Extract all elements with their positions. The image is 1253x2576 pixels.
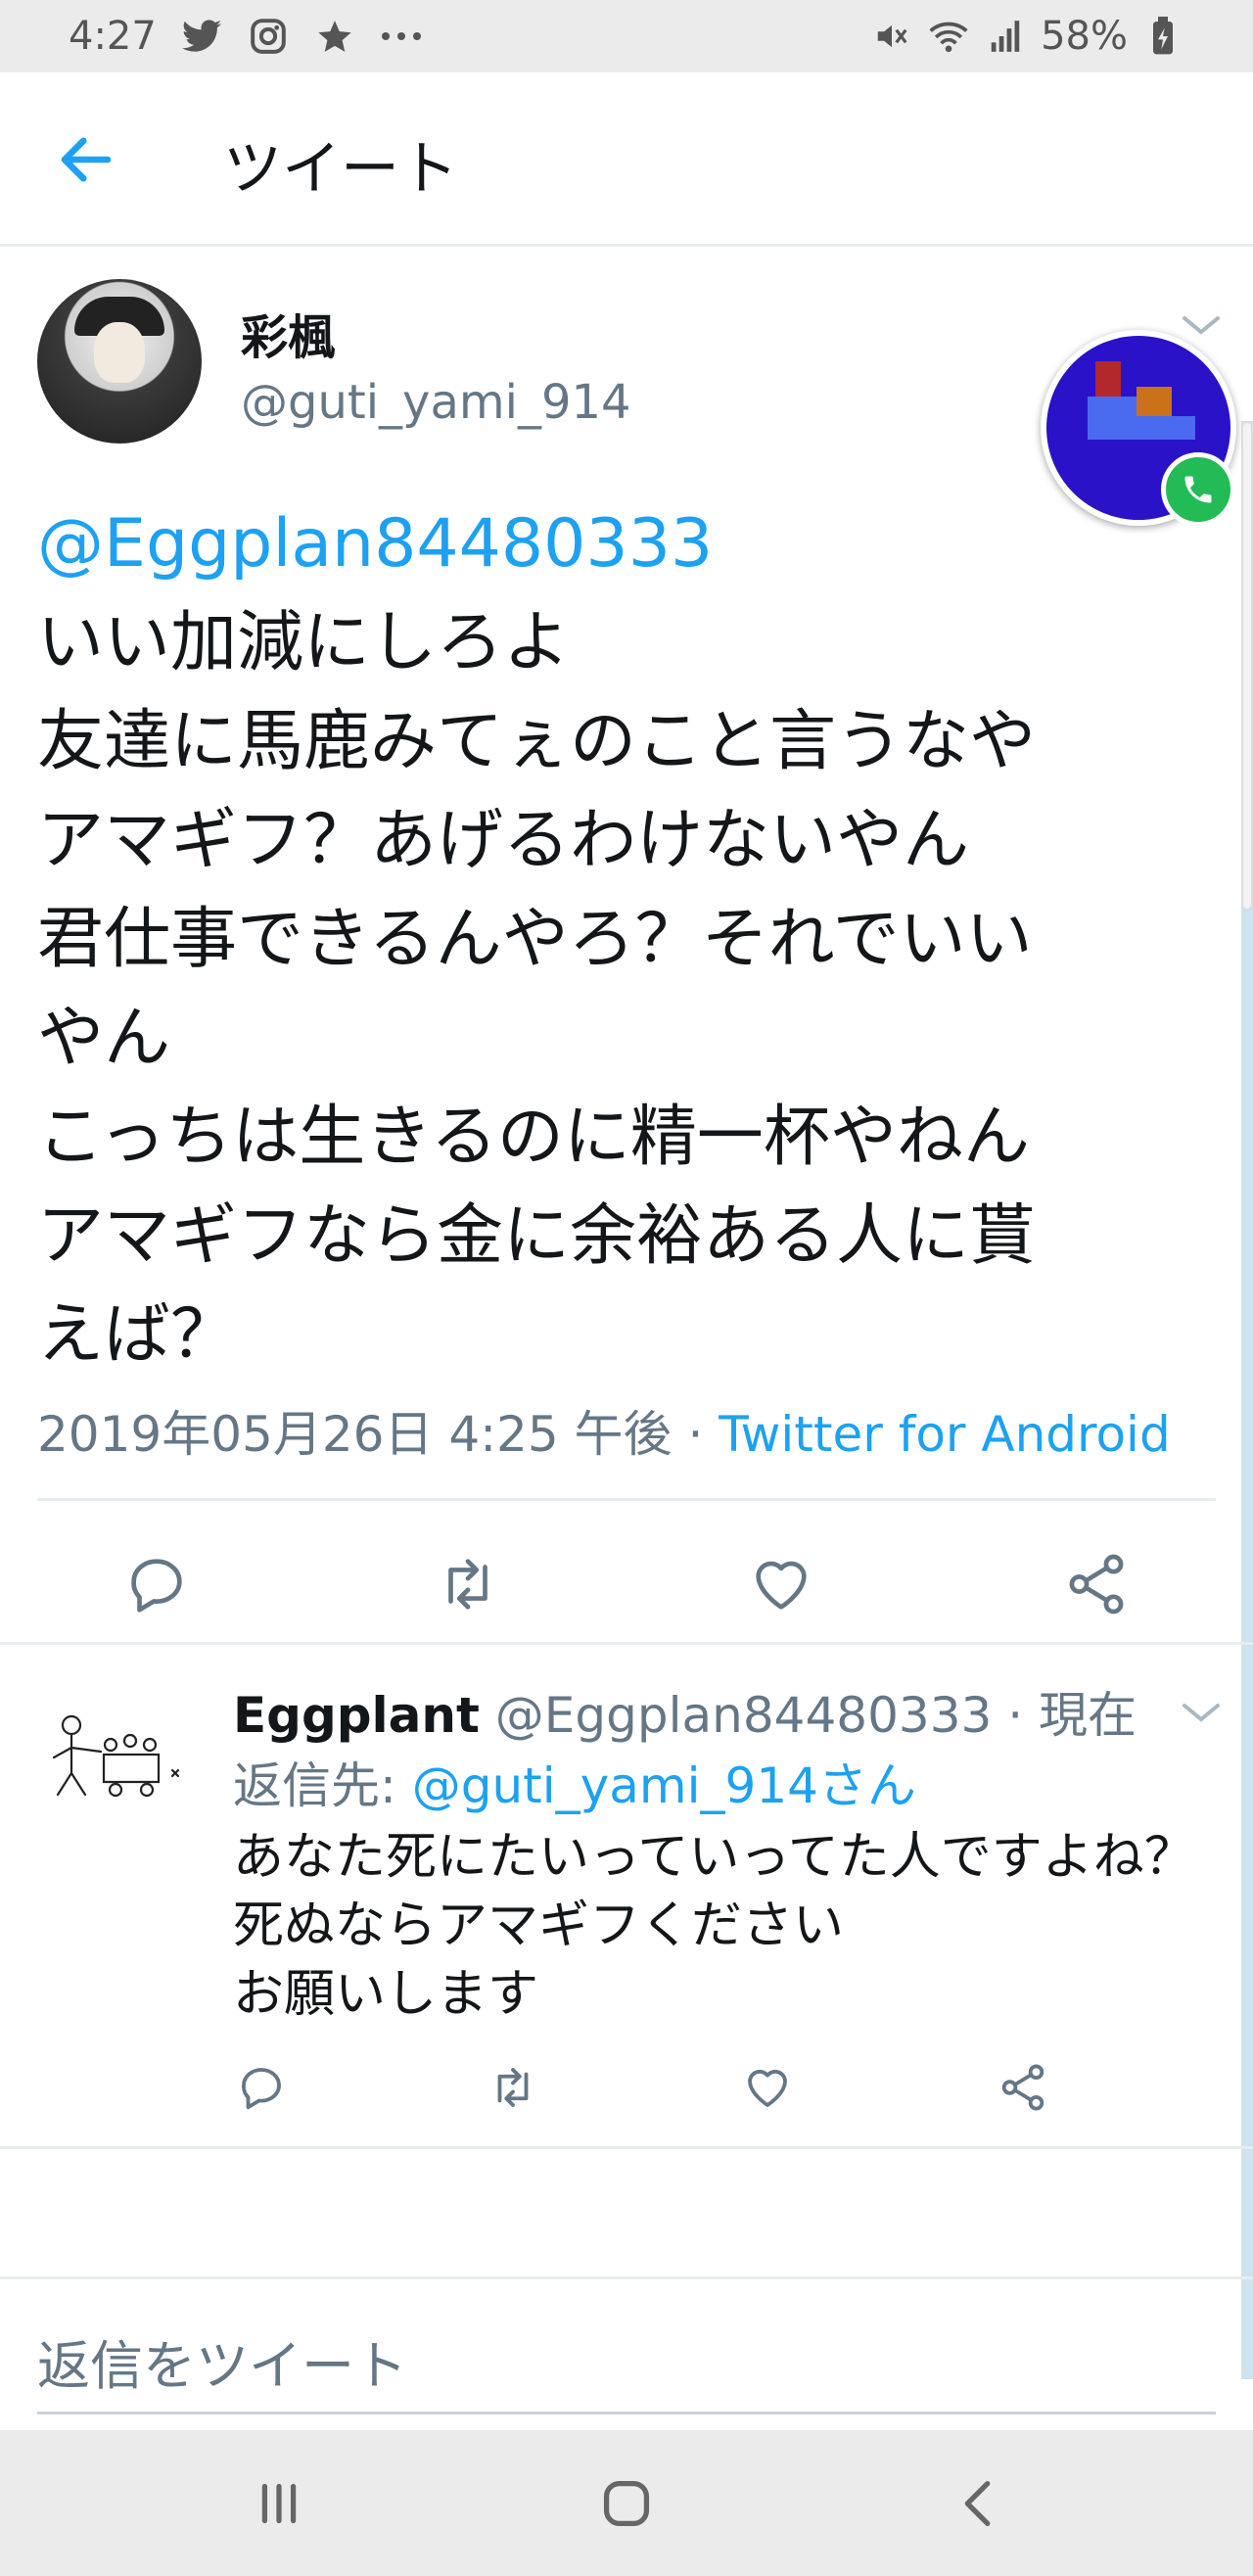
heart-icon[interactable] — [747, 1550, 815, 1618]
back-arrow-icon[interactable] — [54, 127, 118, 192]
tweet-meta: 2019年05月26日 4:25 午後 · Twitter for Androi… — [37, 1395, 1171, 1466]
timestamp: 2019年05月26日 4:25 午後 · — [37, 1406, 719, 1463]
reply-button[interactable] — [122, 1550, 191, 1618]
status-time: 4:27 — [69, 14, 157, 59]
reply-compose-input[interactable] — [37, 2320, 1216, 2414]
tweet-body: いい加減にしろよ 友達に馬鹿みてぇのこと言うなや アマギフ？あげるわけないやん … — [37, 604, 1037, 1374]
system-nav-bar — [0, 2430, 1253, 2576]
reply-header: Eggplant @Eggplan84480333 · 現在 — [233, 1676, 1137, 1747]
tweet-text: @Eggplan84480333 いい加減にしろよ 友達に馬鹿みてぇのこと言うな… — [37, 494, 1212, 1384]
reply-text: あなた死にたいっていってた人ですよね？ 死ぬならアマギフください お願いします — [233, 1828, 1195, 2024]
status-bar: 4:27 58% — [0, 0, 1253, 72]
phone-icon[interactable] — [1161, 452, 1235, 527]
page-title: ツイート — [223, 135, 458, 204]
replying-to: 返信先: @guti_yami_914さん — [233, 1747, 916, 1817]
divider — [0, 2276, 1253, 2279]
reply-author-name[interactable]: Eggplant — [233, 1687, 480, 1744]
divider — [0, 1642, 1253, 1645]
back-nav-icon[interactable] — [945, 2469, 1013, 2538]
source-link[interactable]: Twitter for Android — [719, 1406, 1170, 1463]
share-button[interactable] — [1062, 1550, 1131, 1618]
battery-percent: 58% — [1041, 14, 1128, 59]
instagram-icon — [247, 15, 290, 58]
chevron-down-icon[interactable] — [1179, 1698, 1224, 1727]
reply-handle-time[interactable]: @Eggplan84480333 · 現在 — [480, 1687, 1137, 1744]
author-handle[interactable]: @guti_yami_914 — [241, 375, 631, 430]
reply-icon[interactable] — [235, 2061, 288, 2114]
twitter-icon — [180, 15, 223, 58]
divider — [0, 2146, 1253, 2149]
mute-icon — [870, 15, 913, 58]
reply-icon[interactable] — [122, 1550, 191, 1618]
avatar[interactable] — [37, 279, 202, 444]
scrollbar-thumb[interactable] — [1241, 421, 1253, 911]
more-icon — [380, 15, 423, 58]
retweet-icon[interactable] — [434, 1550, 502, 1618]
reply-avatar[interactable] — [37, 1684, 213, 1860]
star-icon — [313, 15, 356, 58]
app-bar: ツイート — [0, 72, 1253, 247]
wifi-icon — [927, 15, 970, 58]
mention-link[interactable]: @Eggplan84480333 — [37, 505, 713, 583]
battery-icon — [1141, 15, 1184, 58]
like-button[interactable] — [747, 1550, 815, 1618]
home-icon[interactable] — [592, 2469, 661, 2538]
retweet-button[interactable] — [434, 1550, 502, 1618]
share-icon[interactable] — [1062, 1550, 1131, 1618]
divider — [37, 1498, 1216, 1501]
retweet-icon[interactable] — [487, 2061, 539, 2114]
signal-icon — [984, 15, 1027, 58]
chevron-down-icon[interactable] — [1179, 310, 1224, 340]
heart-icon[interactable] — [741, 2061, 794, 2114]
share-icon[interactable] — [997, 2061, 1049, 2114]
recent-apps-icon[interactable] — [245, 2469, 313, 2538]
reply-to-label: 返信先: — [233, 1757, 412, 1814]
reply-to-link[interactable]: @guti_yami_914さん — [412, 1757, 916, 1814]
author-name[interactable]: 彩楓 — [241, 299, 335, 367]
